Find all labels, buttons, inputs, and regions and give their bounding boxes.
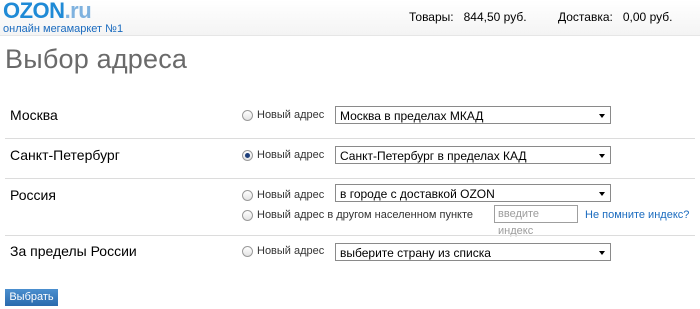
row-divider bbox=[5, 178, 695, 179]
country-select-value: выберите страну из списка bbox=[340, 246, 491, 260]
new-address-label[interactable]: Новый адрес bbox=[257, 109, 324, 121]
new-address-label[interactable]: Новый адрес bbox=[257, 189, 324, 201]
region-name: Москва bbox=[10, 107, 58, 123]
country-select[interactable]: выберите страну из списка bbox=[335, 243, 611, 261]
address-select[interactable]: в городе с доставкой OZON bbox=[335, 184, 611, 202]
other-locality-label[interactable]: Новый адрес в другом населенном пункте bbox=[257, 209, 473, 221]
delivery-value: 0,00 руб. bbox=[622, 10, 673, 24]
region-name: За пределы России bbox=[10, 243, 137, 259]
chevron-down-icon bbox=[599, 154, 605, 158]
address-select-value: Москва в пределах МКАД bbox=[340, 109, 484, 123]
row-divider bbox=[5, 138, 695, 139]
new-address-radio[interactable] bbox=[242, 110, 253, 121]
logo-wordmark: OZON.ru bbox=[3, 0, 123, 23]
logo-tagline: онлайн мегамаркет №1 bbox=[3, 23, 124, 35]
chevron-down-icon bbox=[599, 114, 605, 118]
goods-total: Товары: 844,50 руб. bbox=[409, 10, 527, 24]
address-select[interactable]: Москва в пределах МКАД bbox=[335, 106, 611, 124]
delivery-label: Доставка: bbox=[558, 10, 613, 24]
row-divider bbox=[5, 235, 695, 236]
new-address-radio[interactable] bbox=[242, 150, 253, 161]
chevron-down-icon bbox=[599, 251, 605, 255]
region-name: Санкт-Петербург bbox=[10, 147, 120, 163]
new-address-radio[interactable] bbox=[242, 246, 253, 257]
address-select-value: в городе с доставкой OZON bbox=[340, 187, 495, 201]
postal-index-input[interactable]: введите bbox=[494, 205, 578, 223]
logo-main: OZON bbox=[3, 0, 65, 23]
ozon-logo[interactable]: OZON.ru онлайн мегамаркет №1 bbox=[3, 0, 124, 36]
goods-value: 844,50 руб. bbox=[463, 10, 527, 24]
other-locality-radio[interactable] bbox=[242, 210, 253, 221]
new-address-radio[interactable] bbox=[242, 190, 253, 201]
page-title: Выбор адреса bbox=[5, 44, 188, 74]
region-name: Россия bbox=[10, 187, 56, 203]
select-button[interactable]: Выбрать bbox=[5, 289, 58, 306]
new-address-label[interactable]: Новый адрес bbox=[257, 149, 324, 161]
goods-label: Товары: bbox=[409, 10, 454, 24]
new-address-label[interactable]: Новый адрес bbox=[257, 245, 324, 257]
logo-suffix: .ru bbox=[64, 0, 92, 23]
address-select-value: Санкт-Петербург в пределах КАД bbox=[340, 149, 527, 163]
postal-index-placeholder: введите bbox=[498, 208, 540, 220]
forgot-index-link[interactable]: Не помните индекс? bbox=[585, 209, 689, 221]
address-select[interactable]: Санкт-Петербург в пределах КАД bbox=[335, 146, 611, 164]
chevron-down-icon bbox=[599, 192, 605, 196]
top-header: OZON.ru онлайн мегамаркет №1 Товары: 844,… bbox=[0, 0, 700, 36]
delivery-total: Доставка: 0,00 руб. bbox=[558, 10, 672, 24]
